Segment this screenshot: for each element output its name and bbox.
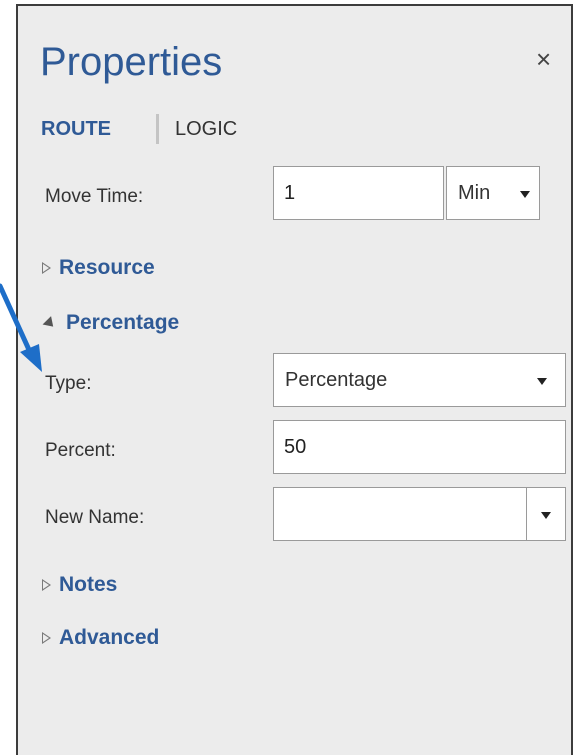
arrow-icon-head	[20, 344, 42, 372]
arrow-icon-shaft	[0, 283, 33, 355]
annotation-arrow	[0, 283, 42, 372]
stage: Properties × ROUTE LOGIC Move Time: Min …	[0, 0, 577, 755]
